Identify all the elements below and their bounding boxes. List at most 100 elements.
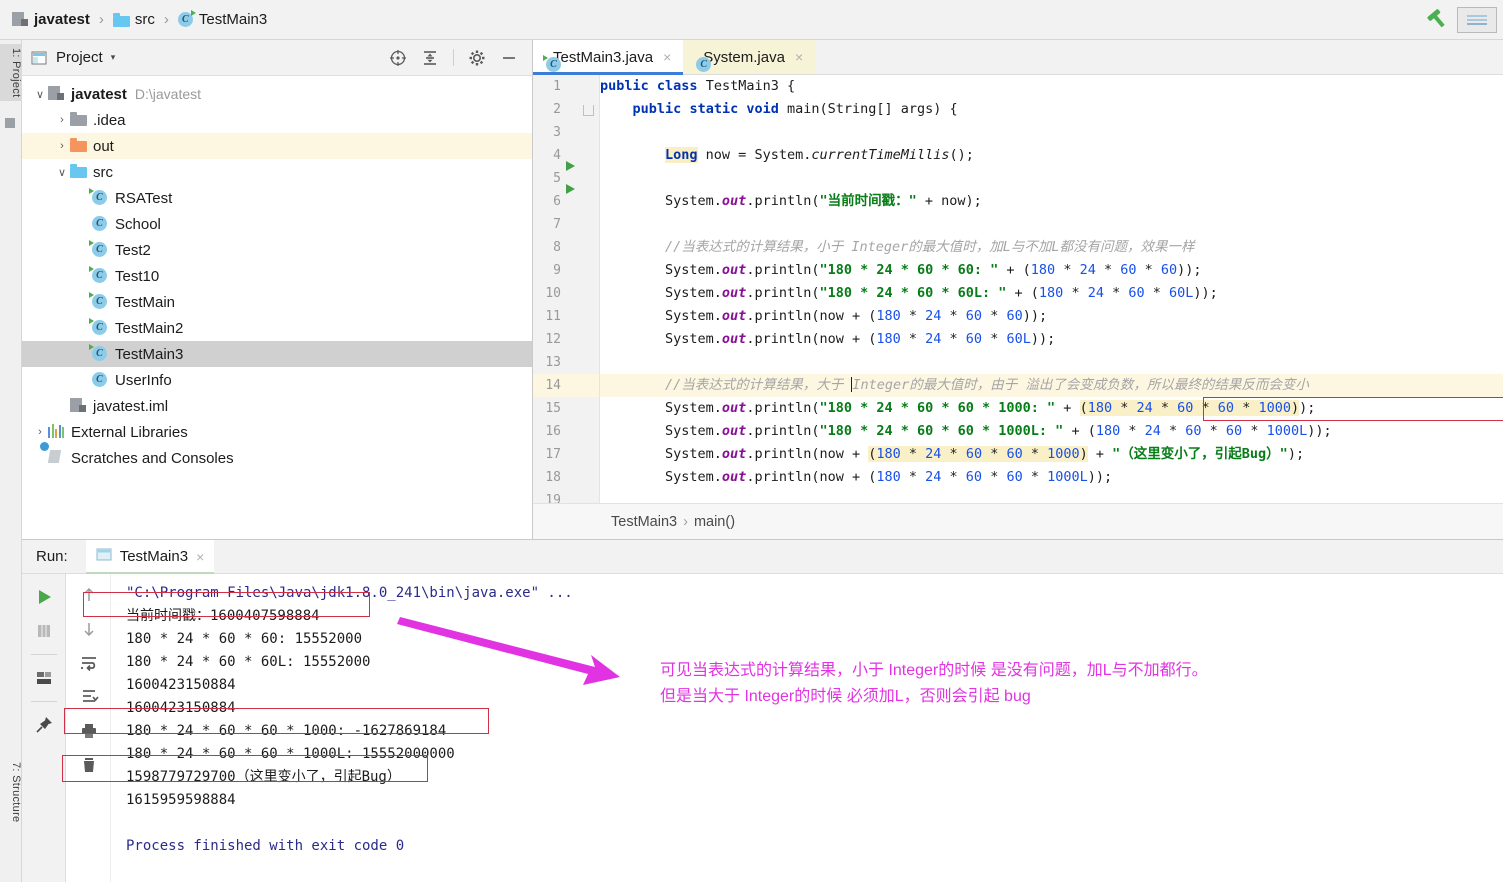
- tree-item-label: Test10: [115, 267, 160, 285]
- code-line-1[interactable]: public class TestMain3 {: [600, 75, 1503, 98]
- tree-item-icon: [40, 442, 66, 466]
- code-editor[interactable]: 1 2 3 4 5 6 7 8 9 10 11 12 13 14 15 16 17 18 19 public cla…: [533, 75, 1503, 503]
- chevron-down-icon[interactable]: ▾: [111, 52, 116, 63]
- console-line: 1615959598884: [126, 792, 236, 808]
- console-output[interactable]: "C:\Program Files\Java\jdk1.8.0_241\bin\…: [112, 574, 1503, 882]
- soft-wrap-icon[interactable]: [78, 652, 100, 674]
- tree-item--idea[interactable]: › .idea: [22, 107, 532, 133]
- chevron-down-icon[interactable]: ∨: [54, 166, 70, 179]
- code-line-12[interactable]: System.out.println(now + (180 * 24 * 60 …: [600, 328, 1503, 351]
- locate-icon[interactable]: [389, 49, 407, 67]
- print-icon[interactable]: [78, 720, 100, 742]
- restore-window-icon[interactable]: [1457, 6, 1497, 33]
- editor-tab-system-java[interactable]: C System.java ×: [683, 40, 816, 74]
- line-number: 14: [533, 374, 599, 397]
- console-line: 当前时间戳：1600407598884: [126, 608, 320, 624]
- tree-item-userinfo[interactable]: ›C UserInfo: [22, 367, 532, 393]
- code-line-5[interactable]: [600, 167, 1503, 190]
- code-line-19[interactable]: [600, 489, 1503, 503]
- scroll-to-end-icon[interactable]: [78, 686, 100, 708]
- close-icon[interactable]: ×: [795, 49, 803, 65]
- collapse-all-icon[interactable]: [421, 49, 439, 67]
- editor-tab-testmain3-java[interactable]: C TestMain3.java ×: [533, 40, 684, 75]
- chevron-right-icon: ›: [54, 400, 70, 412]
- code-line-16[interactable]: System.out.println("180 * 24 * 60 * 60 *…: [600, 420, 1503, 443]
- chevron-right-icon[interactable]: ›: [54, 140, 70, 152]
- editor-tab-bar[interactable]: C TestMain3.java × C System.java ×: [533, 40, 1503, 75]
- code-line-14[interactable]: //当表达式的计算结果，大于 Integer的最大值时，由于 溢出了会变成负数，…: [600, 374, 1503, 397]
- annotation-line-2: 但是当大于 Integer的时候 必须加L，否则会引起 bug: [660, 688, 1031, 705]
- chevron-right-icon: ›: [76, 374, 92, 386]
- window-controls: [1425, 6, 1503, 33]
- code-line-15[interactable]: System.out.println("180 * 24 * 60 * 60 *…: [600, 397, 1503, 420]
- project-panel-title: Project: [56, 49, 103, 66]
- code-line-7[interactable]: [600, 213, 1503, 236]
- minimize-icon[interactable]: [500, 49, 518, 67]
- tree-item-rsatest[interactable]: ›CRSATest: [22, 185, 532, 211]
- chevron-right-icon[interactable]: ›: [32, 426, 48, 438]
- tree-item-testmain2[interactable]: ›CTestMain2: [22, 315, 532, 341]
- stop-icon[interactable]: [33, 620, 55, 642]
- tree-item-testmain[interactable]: ›CTestMain: [22, 289, 532, 315]
- run-configuration-tab[interactable]: TestMain3 ×: [85, 539, 215, 575]
- line-number: 16: [545, 424, 561, 439]
- tree-item-label: Scratches and Consoles: [71, 449, 234, 467]
- tool-window-tab-project[interactable]: 1: Project: [0, 44, 22, 102]
- code-line-6[interactable]: System.out.println("当前时间戳：" + now);: [600, 190, 1503, 213]
- breadcrumb-item-class[interactable]: C TestMain3: [174, 9, 271, 29]
- tree-item-school[interactable]: ›C School: [22, 211, 532, 237]
- tree-item-testmain3[interactable]: ›CTestMain3: [22, 341, 532, 367]
- project-tree[interactable]: ∨javatestD:\javatest›.idea›out ∨ src ›CRSAT…: [22, 76, 532, 539]
- tree-item-test10[interactable]: ›CTest10: [22, 263, 532, 289]
- run-gutter-icon[interactable]: [566, 184, 575, 194]
- editor-breadcrumb[interactable]: TestMain3 › main(): [533, 503, 1503, 539]
- tree-item-javatest[interactable]: ∨ javatest D:\javatest: [22, 81, 532, 107]
- close-icon[interactable]: ×: [663, 49, 671, 65]
- tree-item-label: UserInfo: [115, 371, 172, 389]
- chevron-down-icon[interactable]: ∨: [32, 88, 48, 101]
- run-gutter-icon[interactable]: [566, 161, 575, 171]
- tree-item-label: External Libraries: [71, 423, 188, 441]
- trash-icon[interactable]: [78, 754, 100, 776]
- code-text[interactable]: public class TestMain3 { public static v…: [600, 75, 1503, 503]
- code-line-18[interactable]: System.out.println(now + (180 * 24 * 60 …: [600, 466, 1503, 489]
- code-line-8[interactable]: //当表达式的计算结果，小于 Integer的最大值时，加L与不加L都没有问题，…: [600, 236, 1503, 259]
- restore-layout-icon[interactable]: [33, 667, 55, 689]
- down-arrow-icon[interactable]: [78, 618, 100, 640]
- tree-item-out[interactable]: › out: [22, 133, 532, 159]
- tree-item-external-libraries[interactable]: › External Libraries: [22, 419, 532, 445]
- code-line-2[interactable]: public static void main(String[] args) {: [600, 98, 1503, 121]
- tree-item-icon: C: [89, 240, 110, 258]
- up-arrow-icon[interactable]: [78, 584, 100, 606]
- tree-item-label: src: [93, 163, 113, 181]
- line-number: 1: [553, 79, 561, 94]
- breadcrumb-item-project[interactable]: javatest: [8, 10, 94, 29]
- code-line-10[interactable]: System.out.println("180 * 24 * 60 * 60L:…: [600, 282, 1503, 305]
- code-line-17[interactable]: System.out.println(now + (180 * 24 * 60 …: [600, 443, 1503, 466]
- tool-window-tab-structure[interactable]: 7: Structure: [0, 758, 22, 826]
- tree-item-src[interactable]: ∨ src: [22, 159, 532, 185]
- chevron-right-icon[interactable]: ›: [54, 114, 70, 126]
- code-line-3[interactable]: [600, 121, 1503, 144]
- tree-item-javatest-iml[interactable]: › javatest.iml: [22, 393, 532, 419]
- tree-item-label: javatest.iml: [93, 397, 169, 415]
- build-hammer-icon[interactable]: [1425, 7, 1451, 33]
- code-line-13[interactable]: [600, 351, 1503, 374]
- breadcrumb-class[interactable]: TestMain3: [611, 514, 677, 530]
- code-line-9[interactable]: System.out.println("180 * 24 * 60 * 60: …: [600, 259, 1503, 282]
- close-icon[interactable]: ×: [196, 549, 204, 565]
- magenta-arrow-icon: [397, 617, 620, 685]
- code-fold-icon[interactable]: [583, 105, 594, 116]
- tree-item-test2[interactable]: ›CTest2: [22, 237, 532, 263]
- code-line-11[interactable]: System.out.println(now + (180 * 24 * 60 …: [600, 305, 1503, 328]
- breadcrumb-method[interactable]: main(): [694, 514, 735, 530]
- run-icon[interactable]: [33, 586, 55, 608]
- code-line-4[interactable]: Long now = System.currentTimeMillis();: [600, 144, 1503, 167]
- run-panel-body: "C:\Program Files\Java\jdk1.8.0_241\bin\…: [22, 574, 1503, 882]
- tree-item-icon: [48, 424, 66, 440]
- tree-item-scratches-and-consoles[interactable]: › Scratches and Consoles: [22, 442, 532, 471]
- breadcrumb-item-src[interactable]: src: [109, 10, 159, 29]
- gear-icon[interactable]: [468, 49, 486, 67]
- pin-icon[interactable]: [33, 714, 55, 736]
- tab-label: TestMain3.java: [553, 48, 654, 66]
